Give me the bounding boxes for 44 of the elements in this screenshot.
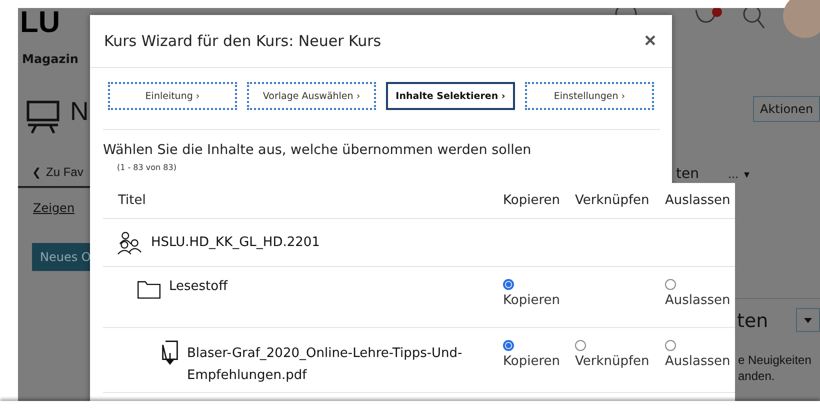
wizard-step-tab[interactable]: Inhalte Selektieren › — [386, 82, 515, 110]
content-title: Blaser-Graf_2020_Online-Lehre-Tipps-Und-Empfehlungen.pdf — [187, 345, 464, 385]
item-count: (1 - 83 von 83) — [117, 163, 178, 172]
radio-button[interactable] — [503, 340, 514, 351]
radio-label[interactable]: Kopieren — [503, 354, 560, 369]
instruction-text: Wählen Sie die Inhalte aus, welche übernommen werden sollen — [103, 142, 532, 158]
radio-button[interactable] — [665, 340, 676, 351]
content-title: Lesestoff — [169, 279, 228, 294]
avatar[interactable] — [783, 0, 820, 38]
radio-label[interactable]: Auslassen — [665, 293, 730, 308]
wizard-step-tab[interactable]: Einstellungen › — [525, 82, 654, 110]
tab-label[interactable]: ten — [676, 166, 699, 182]
column-header: Verknüpfen — [575, 193, 650, 208]
radio-label[interactable]: Kopieren — [503, 293, 560, 308]
radio-label[interactable]: Auslassen — [665, 354, 730, 369]
back-link[interactable]: Zu Fav — [46, 165, 84, 179]
dropdown-button[interactable] — [796, 308, 820, 332]
close-button[interactable]: × — [640, 30, 660, 52]
content-title: HSLU.HD_KK_GL_HD.2201 — [151, 235, 320, 250]
chevron-left-icon[interactable]: ❮ — [32, 166, 42, 179]
more-menu[interactable]: ... — [728, 168, 738, 181]
actions-button[interactable]: Aktionen — [753, 96, 820, 122]
column-header: Titel — [117, 193, 147, 208]
nav-item[interactable]: Magazin — [22, 52, 78, 66]
radio-button[interactable] — [503, 279, 514, 290]
column-header: Auslassen — [665, 193, 732, 208]
presentation-board-icon — [26, 100, 60, 134]
column-header: Kopieren — [503, 193, 561, 208]
caret-icon — [804, 318, 812, 322]
logo: LU — [20, 8, 60, 38]
show-link[interactable]: Zeigen — [33, 201, 75, 215]
wizard-step-tab[interactable]: Einleitung › — [108, 82, 237, 110]
group-icon — [117, 230, 143, 254]
radio-label[interactable]: Verknüpfen — [575, 354, 650, 369]
dialog-title: Kurs Wizard für den Kurs: Neuer Kurs — [104, 32, 382, 50]
radio-button[interactable] — [665, 279, 676, 290]
caret-icon[interactable]: ▾ — [744, 168, 750, 181]
panel-title: ten — [737, 310, 768, 332]
page-title: N — [70, 96, 89, 127]
folder-icon — [137, 279, 161, 299]
file-download-icon — [161, 340, 179, 366]
radio-button[interactable] — [575, 340, 586, 351]
wizard-step-tab[interactable]: Vorlage Auswählen › — [247, 82, 376, 110]
news-text: e Neuigkeiten anden. — [738, 352, 812, 384]
